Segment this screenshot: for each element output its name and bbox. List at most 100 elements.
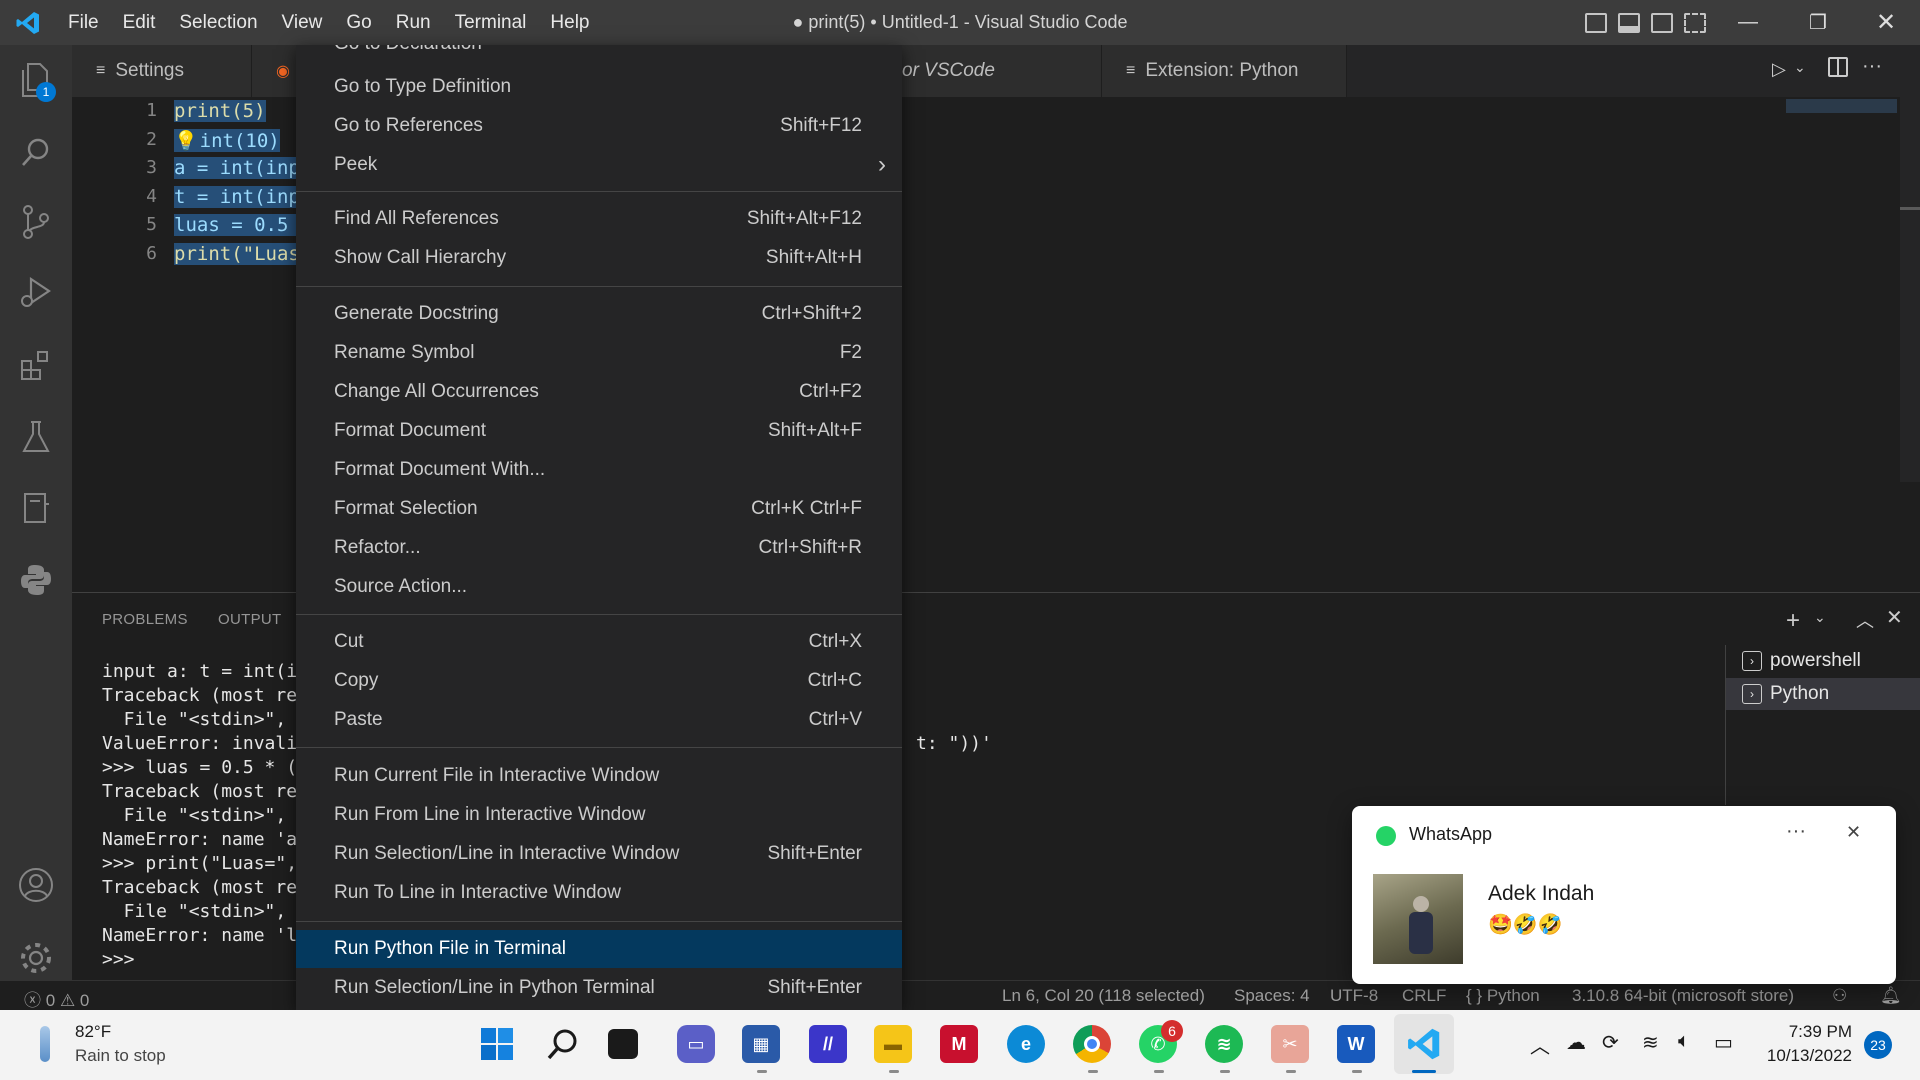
explorer-icon[interactable]: 1: [16, 60, 56, 102]
notifications-bell-icon[interactable]: 🔔︎: [1880, 986, 1902, 1006]
terminal-dropdown-chevron-icon[interactable]: ⌄: [1814, 609, 1826, 626]
more-actions-icon[interactable]: ···: [1862, 55, 1882, 78]
code-line[interactable]: print("Luas: [174, 243, 300, 265]
menu-item-run-selection-interactive[interactable]: Run Selection/Line in Interactive Window…: [296, 835, 902, 873]
source-control-icon[interactable]: [16, 202, 56, 242]
show-hidden-icons-chevron-icon[interactable]: ︿: [1530, 1030, 1550, 1059]
edge-browser-icon[interactable]: e: [1007, 1025, 1045, 1063]
testing-icon[interactable]: [16, 417, 56, 457]
menu-item-run-selection-python-terminal[interactable]: Run Selection/Line in Python Terminal Shi…: [296, 969, 902, 1007]
menu-item-go-to-references[interactable]: Go to References Shift+F12: [296, 107, 902, 145]
terminal-item-powershell[interactable]: › powershell: [1726, 645, 1920, 677]
microsoft-store-icon[interactable]: ▦: [742, 1025, 780, 1063]
python-icon[interactable]: [16, 560, 56, 600]
menu-file[interactable]: File: [56, 0, 111, 45]
power-automate-icon[interactable]: //: [809, 1025, 847, 1063]
terminal-item-python[interactable]: › Python: [1726, 678, 1920, 710]
python-interpreter[interactable]: 3.10.8 64-bit (microsoft store): [1572, 986, 1794, 1006]
jupyter-icon[interactable]: [16, 488, 56, 528]
encoding[interactable]: UTF-8: [1330, 986, 1378, 1006]
menu-item-refactor[interactable]: Refactor... Ctrl+Shift+R: [296, 529, 902, 567]
menu-item-format-selection[interactable]: Format Selection Ctrl+K Ctrl+F: [296, 490, 902, 528]
chrome-browser-icon[interactable]: [1073, 1025, 1111, 1063]
menu-item-show-call-hierarchy[interactable]: Show Call Hierarchy Shift+Alt+H: [296, 239, 902, 277]
taskbar-search-icon[interactable]: [544, 1025, 582, 1063]
language-mode[interactable]: { } Python: [1466, 986, 1540, 1006]
minimize-icon[interactable]: —: [1718, 0, 1778, 45]
tab-settings[interactable]: ≡ Settings: [72, 45, 252, 97]
menu-item-run-python-file-in-terminal[interactable]: Run Python File in Terminal: [296, 930, 902, 968]
file-explorer-icon[interactable]: ▬: [874, 1025, 912, 1063]
menu-selection[interactable]: Selection: [167, 0, 269, 45]
weather-description[interactable]: Rain to stop: [75, 1046, 166, 1066]
teams-chat-icon[interactable]: ▭: [677, 1025, 715, 1063]
wifi-icon[interactable]: ≋: [1642, 1030, 1659, 1055]
menu-item-source-action[interactable]: Source Action...: [296, 568, 902, 606]
maximize-panel-chevron-up-icon[interactable]: ︿: [1856, 607, 1874, 633]
menu-item-generate-docstring[interactable]: Generate Docstring Ctrl+Shift+2: [296, 295, 902, 333]
menu-item-find-all-references[interactable]: Find All References Shift+Alt+F12: [296, 200, 902, 238]
snipping-tool-icon[interactable]: ✂: [1271, 1025, 1309, 1063]
menu-item-run-current-file-interactive[interactable]: Run Current File in Interactive Window: [296, 757, 902, 795]
menu-go[interactable]: Go: [334, 0, 383, 45]
split-editor-icon[interactable]: [1828, 57, 1848, 77]
code-line[interactable]: 💡 int(10): [174, 129, 280, 152]
volume-icon[interactable]: 🔈︎: [1678, 1030, 1690, 1053]
spotify-icon[interactable]: ≋: [1205, 1025, 1243, 1063]
manage-gear-icon[interactable]: [16, 938, 56, 978]
menu-help[interactable]: Help: [538, 0, 601, 45]
menu-item-format-document-with[interactable]: Format Document With...: [296, 451, 902, 489]
editor-scrollbar[interactable]: [1900, 97, 1920, 482]
run-python-file-icon[interactable]: ▷: [1772, 59, 1786, 80]
toggle-primary-sidebar-icon[interactable]: [1585, 13, 1607, 33]
vscode-taskbar-icon[interactable]: [1405, 1025, 1443, 1063]
menu-item-peek[interactable]: Peek ›: [296, 146, 902, 184]
menu-item-copy[interactable]: Copy Ctrl+C: [296, 662, 902, 700]
task-view-icon[interactable]: [608, 1029, 638, 1059]
menu-item-run-from-line-interactive[interactable]: Run From Line in Interactive Window: [296, 796, 902, 834]
weather-rain-icon[interactable]: [40, 1026, 50, 1062]
new-terminal-plus-icon[interactable]: +: [1786, 607, 1800, 635]
word-icon[interactable]: W: [1337, 1025, 1375, 1063]
minimap[interactable]: [1786, 99, 1897, 113]
menu-item-go-to-declaration[interactable]: Go to Declaration: [296, 45, 902, 63]
notification-more-icon[interactable]: ···: [1786, 820, 1806, 843]
menu-edit[interactable]: Edit: [111, 0, 168, 45]
tab-vscode-partial[interactable]: or VSCode: [902, 45, 1102, 97]
close-panel-icon[interactable]: ✕: [1886, 605, 1903, 630]
notification-close-icon[interactable]: ✕: [1846, 822, 1861, 843]
code-line[interactable]: t = int(inp: [174, 186, 300, 208]
indentation[interactable]: Spaces: 4: [1234, 986, 1310, 1006]
menu-terminal[interactable]: Terminal: [443, 0, 539, 45]
menu-item-format-document[interactable]: Format Document Shift+Alt+F: [296, 412, 902, 450]
customize-layout-icon[interactable]: [1684, 13, 1706, 33]
code-line[interactable]: a = int(inp: [174, 157, 300, 179]
menu-item-cut[interactable]: Cut Ctrl+X: [296, 623, 902, 661]
tab-problems[interactable]: PROBLEMS: [102, 611, 188, 628]
menu-view[interactable]: View: [270, 0, 335, 45]
menu-item-change-all-occurrences[interactable]: Change All Occurrences Ctrl+F2: [296, 373, 902, 411]
start-windows-icon[interactable]: [478, 1025, 516, 1063]
clock-time[interactable]: 7:39 PM: [1760, 1022, 1852, 1042]
toggle-secondary-sidebar-icon[interactable]: [1651, 13, 1673, 33]
tab-output[interactable]: OUTPUT: [218, 611, 281, 628]
menu-item-go-to-type-definition[interactable]: Go to Type Definition: [296, 68, 902, 106]
end-of-line[interactable]: CRLF: [1402, 986, 1446, 1006]
close-window-icon[interactable]: ✕: [1856, 0, 1916, 45]
tab-extension-python[interactable]: ≡ Extension: Python: [1102, 45, 1347, 97]
onedrive-cloud-icon[interactable]: ☁: [1566, 1030, 1586, 1055]
code-line[interactable]: print(5): [174, 100, 266, 122]
toggle-panel-icon[interactable]: [1618, 13, 1640, 33]
clock-date[interactable]: 10/13/2022: [1755, 1046, 1852, 1066]
menu-item-paste[interactable]: Paste Ctrl+V: [296, 701, 902, 739]
live-share-icon[interactable]: ⚇: [1832, 986, 1847, 1006]
cursor-position[interactable]: Ln 6, Col 20 (118 selected): [1002, 986, 1205, 1006]
run-dropdown-chevron-icon[interactable]: ⌄: [1794, 59, 1806, 76]
run-debug-icon[interactable]: [16, 272, 56, 312]
menu-run[interactable]: Run: [384, 0, 443, 45]
notification-center-badge[interactable]: 23: [1864, 1031, 1892, 1059]
mcafee-icon[interactable]: M: [940, 1025, 978, 1063]
menu-item-rename-symbol[interactable]: Rename Symbol F2: [296, 334, 902, 372]
search-icon[interactable]: [16, 132, 56, 172]
vscode-logo-icon[interactable]: [0, 0, 56, 45]
